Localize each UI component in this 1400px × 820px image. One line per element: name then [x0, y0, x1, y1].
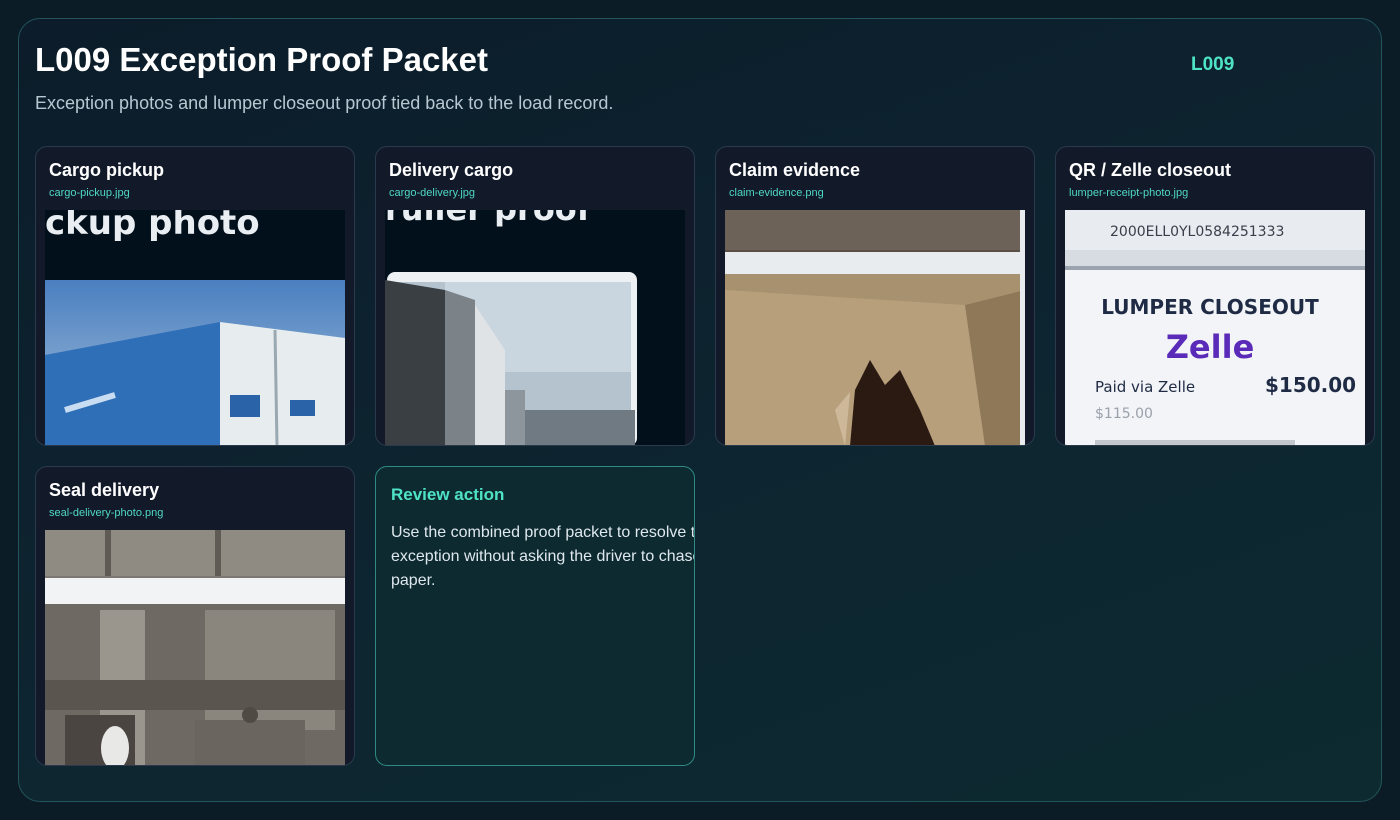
review-text: Use the combined proof packet to resolve… [391, 524, 695, 589]
receipt-heading: LUMPER CLOSEOUT [1101, 295, 1319, 319]
seal-delivery-image [45, 530, 345, 765]
photo-overlay-text: ckup photo [45, 210, 260, 243]
cargo-pickup-photo[interactable]: ckup photo [45, 210, 345, 445]
card-title: Claim evidence [729, 160, 861, 180]
card-title: Delivery cargo [389, 160, 514, 180]
receipt-paid-label: Paid via Zelle [1095, 378, 1195, 396]
receipt-sub-amount: $115.00 [1095, 406, 1153, 422]
card-filename: claim-evidence.png [729, 187, 824, 199]
card-title: Cargo pickup [49, 160, 165, 180]
delivery-cargo-image: ruller proof [385, 210, 685, 445]
claim-evidence-image [725, 210, 1025, 445]
receipt-amount: $150.00 [1265, 373, 1356, 397]
lumper-receipt-photo[interactable]: 2000ELL0YL0584251333 LUMPER CLOSEOUT Zel… [1065, 210, 1365, 445]
review-title: Review action [391, 485, 505, 504]
claim-evidence-photo[interactable] [725, 210, 1025, 445]
review-action-card: Review action Use the combined proof pac… [375, 466, 695, 766]
proof-card-seal-delivery[interactable]: Seal delivery seal-delivery-photo.png [35, 466, 355, 766]
load-id-badge[interactable]: L009 [1191, 54, 1234, 76]
receipt-txn-id: 2000ELL0YL0584251333 [1110, 224, 1284, 240]
receipt-brand: Zelle [1166, 328, 1255, 366]
proof-card-qr-zelle-closeout[interactable]: QR / Zelle closeout lumper-receipt-photo… [1055, 146, 1375, 446]
delivery-cargo-photo[interactable]: ruller proof [385, 210, 685, 445]
cargo-pickup-image: ckup photo [45, 210, 345, 445]
proof-card-delivery-cargo[interactable]: Delivery cargo cargo-delivery.jpg ruller… [375, 146, 695, 446]
card-title: Seal delivery [49, 480, 160, 500]
card-filename: seal-delivery-photo.png [49, 507, 164, 519]
photo-overlay-text: ruller proof [385, 210, 592, 228]
page-title: L009 Exception Proof Packet [35, 41, 488, 78]
proof-card-claim-evidence[interactable]: Claim evidence claim-evidence.png [715, 146, 1035, 446]
lumper-receipt-image: 2000ELL0YL0584251333 LUMPER CLOSEOUT Zel… [1065, 210, 1365, 445]
card-filename: cargo-pickup.jpg [49, 187, 130, 199]
card-filename: lumper-receipt-photo.jpg [1069, 187, 1189, 199]
card-filename: cargo-delivery.jpg [389, 187, 476, 199]
proof-card-cargo-pickup[interactable]: Cargo pickup cargo-pickup.jpg ckup photo [35, 146, 355, 446]
proof-packet-panel: L009 Exception Proof Packet L009 Excepti… [18, 18, 1382, 802]
card-title: QR / Zelle closeout [1069, 160, 1232, 180]
page-subtitle: Exception photos and lumper closeout pro… [35, 93, 614, 113]
seal-delivery-photo[interactable] [45, 530, 345, 765]
